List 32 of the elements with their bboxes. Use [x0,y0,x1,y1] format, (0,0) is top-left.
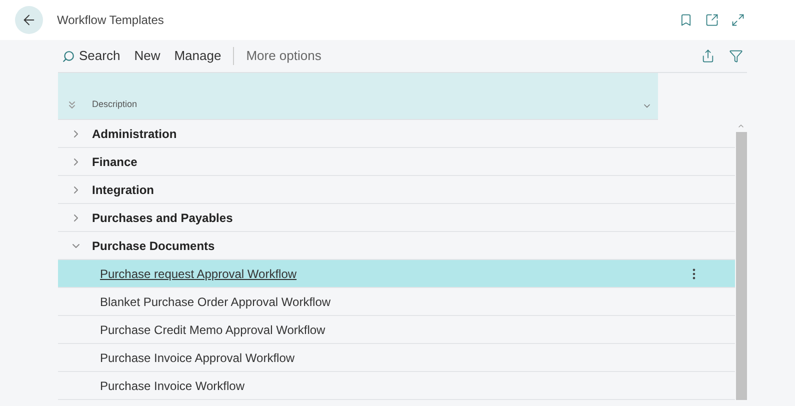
workflow-link[interactable]: Purchase Invoice Workflow [100,376,245,394]
search-button[interactable]: Search [62,46,120,66]
scrollbar-thumb[interactable] [736,132,746,400]
column-title: Description [92,98,138,111]
group-label[interactable]: Administration [92,124,177,142]
scroll-up-icon[interactable] [737,122,745,130]
page-title: Workflow Templates [57,12,164,29]
open-in-new-icon[interactable] [705,13,719,27]
group-label[interactable]: Purchases and Payables [92,208,233,226]
table-row[interactable]: Purchase Invoice Approval Workflow [58,344,735,372]
search-icon [62,50,75,62]
collapse-all-icon[interactable] [66,99,78,111]
toolbar-button[interactable]: New [134,46,160,66]
selected-row[interactable]: Purchase request Approval Workflow [58,260,735,288]
workflow-link[interactable]: Purchase Credit Memo Approval Workflow [100,320,326,338]
expand-icon[interactable] [731,13,745,27]
more-options-button[interactable]: More options [246,46,322,66]
workflow-link[interactable]: Purchase Invoice Approval Workflow [100,348,295,366]
workflow-link[interactable]: Purchase request Approval Workflow [100,264,297,282]
toolbar-button[interactable]: Manage [174,46,222,66]
group-label[interactable]: Integration [92,180,154,198]
table-row[interactable]: Purchase Credit Memo Approval Workflow [58,316,735,344]
workflow-link[interactable]: Blanket Purchase Order Approval Workflow [100,292,331,310]
bookmark-icon[interactable] [679,13,693,27]
table-row[interactable]: Purchase Invoice Workflow [58,372,735,400]
table-row[interactable]: Blanket Purchase Order Approval Workflow [58,288,735,316]
back-button[interactable] [15,6,43,34]
group-label[interactable]: Purchase Documents [92,236,215,254]
column-header[interactable]: Description [58,73,658,120]
filter-icon[interactable] [729,49,743,63]
share-icon[interactable] [701,49,715,63]
group-label[interactable]: Finance [92,152,138,170]
